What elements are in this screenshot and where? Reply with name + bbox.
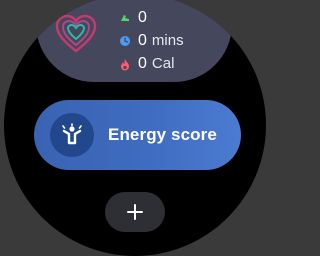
calories-row: 0 Cal (118, 54, 174, 74)
watch-screen: 0 0 mins 0 Cal Energy score (4, 0, 266, 256)
energy-score-tile[interactable]: Energy score (34, 100, 241, 170)
flame-icon (118, 58, 131, 71)
clock-icon (118, 35, 131, 48)
active-time-value: 0 (138, 32, 147, 49)
active-time-unit: mins (151, 32, 184, 49)
activity-stats-card[interactable]: 0 0 mins 0 Cal (36, 0, 232, 82)
add-tile-button[interactable] (105, 192, 165, 232)
heart-icon (55, 14, 97, 53)
calories-value: 0 (138, 55, 147, 72)
active-time-row: 0 mins (118, 31, 184, 51)
calories-unit: Cal (151, 55, 175, 72)
steps-row: 0 (118, 8, 147, 28)
plus-icon (127, 204, 143, 220)
energy-score-label: Energy score (108, 125, 217, 144)
person-arms-up-icon (50, 113, 94, 157)
shoe-icon (118, 12, 131, 25)
steps-value: 0 (138, 9, 147, 26)
